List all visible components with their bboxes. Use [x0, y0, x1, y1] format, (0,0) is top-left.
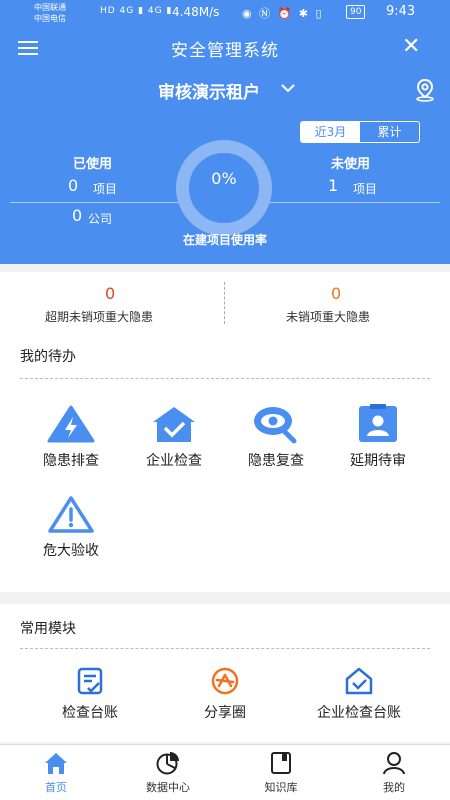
usage-rate-label: 在建项目使用率	[182, 233, 267, 247]
todo-extension-review[interactable]: 延期待审	[328, 404, 428, 470]
todo-divider	[20, 378, 430, 379]
tab-label: 我的	[383, 781, 405, 794]
carrier-2: 中国电信	[34, 14, 66, 23]
todo-label: 企业检查	[146, 453, 202, 469]
house-ledger-icon	[345, 667, 373, 695]
clock: 9:43	[386, 4, 416, 19]
todo-card: 0 超期未销项重大隐患 0 未销项重大隐患 我的待办 隐患排查 企业检查 隐患复…	[0, 272, 450, 592]
module-enterprise-check-ledger[interactable]: 企业检查台账	[304, 666, 414, 722]
warning-bolt-icon	[47, 405, 95, 443]
todo-label: 延期待审	[350, 453, 406, 469]
network-speed: 4.48M/s	[172, 5, 220, 19]
overdue-hazards-label: 超期未销项重大隐患	[45, 310, 154, 324]
module-label: 企业检查台账	[317, 705, 401, 721]
ledger-icon	[77, 667, 103, 695]
pending-hazards-count[interactable]: 0	[331, 284, 341, 303]
tab-label: 知识库	[264, 781, 298, 794]
toggle-recent-3-months[interactable]: 近3月	[301, 122, 360, 142]
module-inspection-ledger[interactable]: 检查台账	[40, 666, 140, 722]
todo-label: 危大验收	[43, 543, 99, 559]
tab-home[interactable]: 首页	[11, 751, 101, 795]
close-icon[interactable]: ✕	[402, 34, 420, 59]
dashboard-header: 安全管理系统 ✕ 审核演示租户 近3月 累计 已使用 0 项目 0 公司 未使用…	[0, 26, 450, 264]
module-share-circle[interactable]: 分享圈	[175, 666, 275, 722]
usage-rate-ring	[176, 140, 272, 236]
used-projects-unit: 项目	[93, 182, 118, 196]
modules-divider	[20, 648, 430, 649]
status-bar: 中国联通 中国电信 HD 4G ▮ 4G ▮ 4.48M/s ◉ Ⓝ ⏰ ✱ ▯…	[0, 0, 450, 26]
system-icons: ◉ Ⓝ ⏰ ✱ ▯	[242, 7, 324, 20]
used-projects-count: 0	[68, 176, 79, 195]
network-icons: HD 4G ▮ 4G ▮	[100, 6, 173, 16]
eye-search-icon	[254, 407, 297, 444]
battery-level: 90	[346, 5, 366, 19]
overdue-hazards-count[interactable]: 0	[105, 284, 115, 303]
tab-data-center[interactable]: 数据中心	[123, 751, 213, 795]
usage-rate-value: 0%	[211, 169, 237, 188]
used-companies-unit: 公司	[88, 212, 113, 226]
used-companies-count: 0	[72, 206, 83, 225]
unused-projects-unit: 项目	[353, 182, 378, 196]
unused-label: 未使用	[331, 157, 371, 172]
todo-hazard-inspection[interactable]: 隐患排查	[21, 404, 121, 470]
period-toggle: 近3月 累计	[300, 121, 420, 143]
module-label: 分享圈	[204, 705, 246, 721]
tab-label: 首页	[45, 781, 67, 794]
carrier-info: 中国联通 中国电信	[34, 2, 66, 24]
todo-label: 隐患复查	[248, 453, 304, 469]
badge-person-icon	[359, 404, 397, 442]
tab-mine[interactable]: 我的	[349, 751, 439, 795]
bottom-tab-bar: 首页 数据中心 知识库 我的	[0, 744, 450, 800]
todo-major-hazard-acceptance[interactable]: 危大验收	[21, 494, 121, 560]
todo-enterprise-check[interactable]: 企业检查	[124, 404, 224, 470]
book-icon	[271, 752, 291, 774]
todo-title: 我的待办	[20, 349, 76, 365]
module-label: 检查台账	[62, 705, 118, 721]
home-icon	[45, 753, 67, 774]
pending-hazards-label: 未销项重大隐患	[286, 310, 371, 324]
unused-projects-count: 1	[328, 176, 339, 195]
share-circle-icon	[211, 667, 239, 695]
location-icon[interactable]	[414, 78, 436, 102]
todo-label: 隐患排查	[43, 453, 99, 469]
house-check-icon	[153, 407, 195, 442]
modules-card: 常用模块 检查台账 分享圈 企业检查台账	[0, 604, 450, 742]
warning-triangle-icon	[48, 496, 94, 533]
user-icon	[383, 752, 405, 775]
todo-hazard-review[interactable]: 隐患复查	[226, 404, 326, 470]
chevron-down-icon[interactable]	[280, 82, 296, 94]
tab-knowledge-base[interactable]: 知识库	[236, 751, 326, 795]
modules-title: 常用模块	[20, 621, 76, 637]
pie-chart-icon	[156, 752, 179, 775]
used-label: 已使用	[73, 157, 113, 172]
toggle-cumulative[interactable]: 累计	[360, 122, 419, 142]
carrier-1: 中国联通	[34, 3, 66, 12]
tenant-selector[interactable]: 审核演示租户	[158, 78, 260, 103]
page-title: 安全管理系统	[171, 41, 279, 61]
tab-label: 数据中心	[146, 781, 190, 794]
stats-divider	[224, 282, 225, 324]
